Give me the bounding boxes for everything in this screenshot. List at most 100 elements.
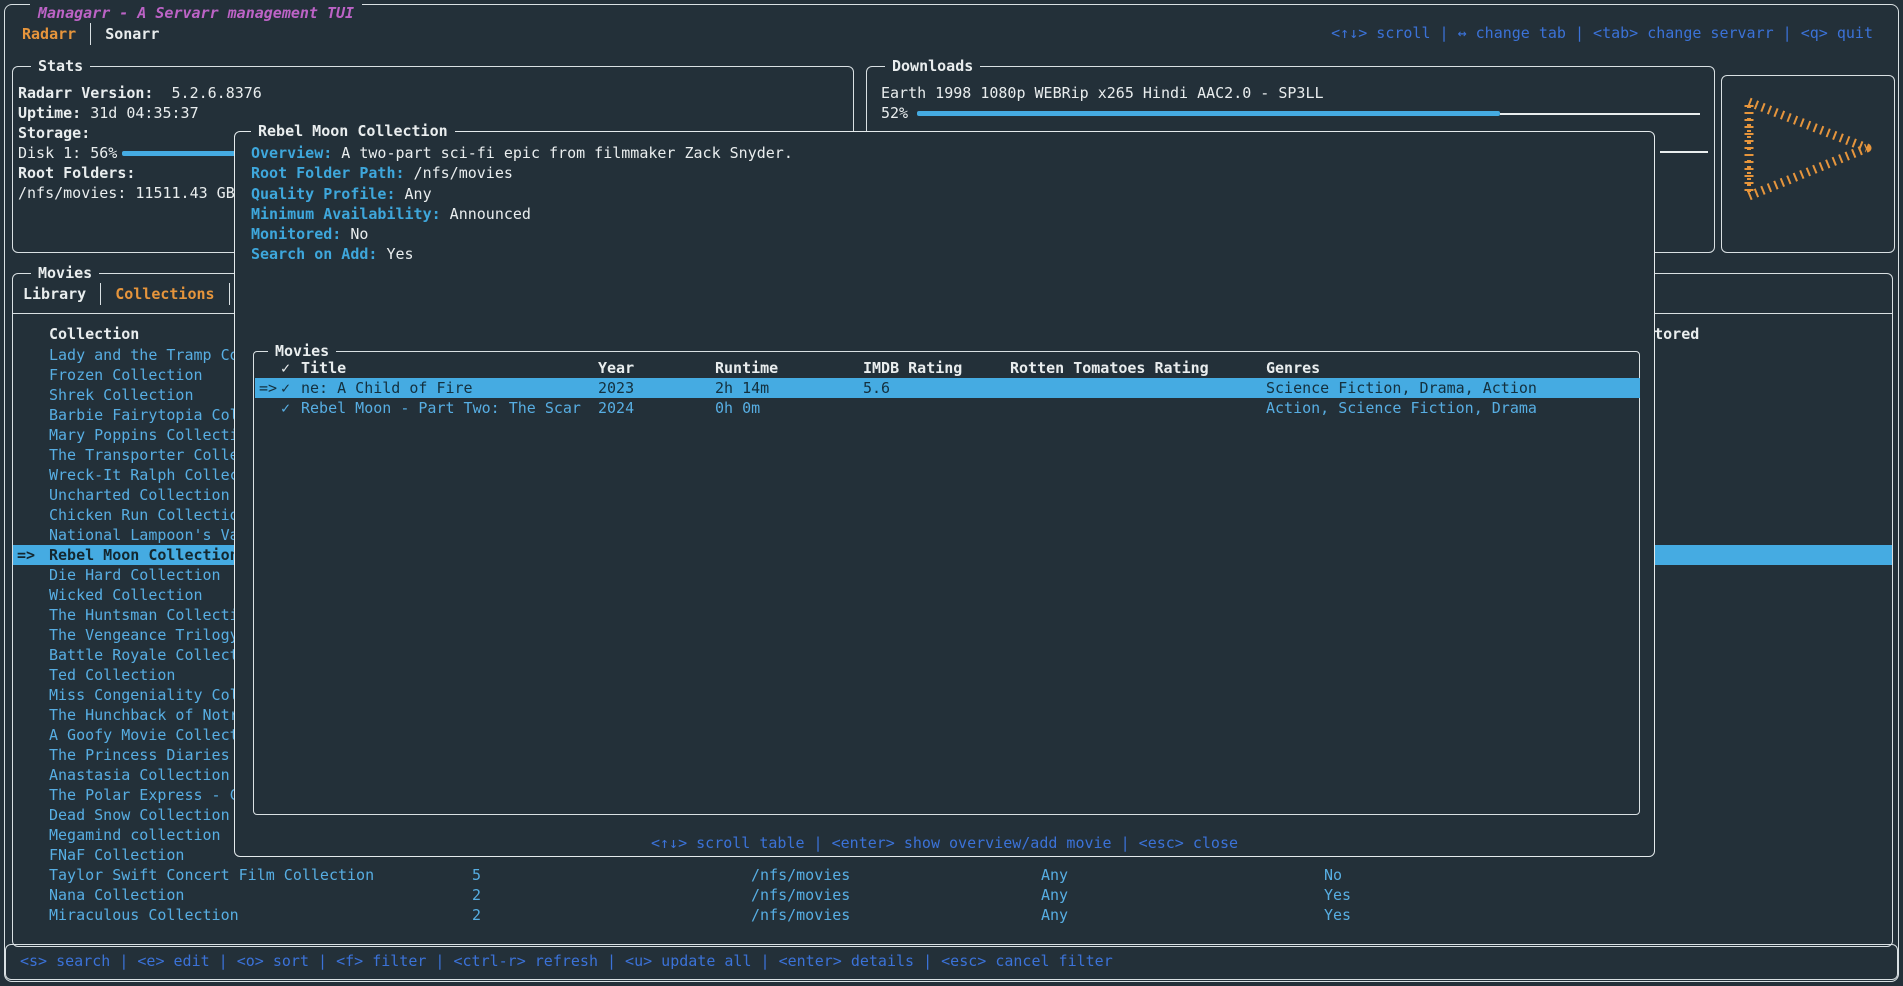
- modal-title: Rebel Moon Collection: [251, 121, 455, 141]
- field-min-availability: Minimum Availability: Announced: [251, 204, 531, 224]
- uptime-label: Uptime:: [18, 104, 81, 122]
- tab-collections[interactable]: Collections: [115, 284, 214, 304]
- collection-name: Shrek Collection: [49, 385, 194, 405]
- collection-name: Mary Poppins Collecti: [49, 425, 239, 445]
- managarr-app: Managarr - A Servarr management TUI <↑↓>…: [0, 0, 1903, 986]
- movie-monitored-check: ✓: [281, 398, 290, 418]
- collection-name: Miraculous Collection: [49, 905, 239, 925]
- collection-name: Miss Congeniality Col: [49, 685, 239, 705]
- collection-name: The Transporter Colle: [49, 445, 239, 465]
- tab-radarr[interactable]: Radarr: [22, 24, 76, 44]
- movie-title: ne: A Child of Fire: [301, 378, 473, 398]
- field-monitored-value: No: [341, 225, 368, 243]
- movie-year: 2024: [598, 398, 634, 418]
- movie-imdb-rating: 5.6: [863, 378, 890, 398]
- footer-bar: <s> search | <e> edit | <o> sort | <f> f…: [5, 944, 1898, 980]
- field-min-availability-value: Announced: [441, 205, 531, 223]
- header-year: Year: [598, 358, 634, 378]
- collection-name: Megamind collection: [49, 825, 221, 845]
- field-search-on-add-value: Yes: [377, 245, 413, 263]
- field-search-on-add: Search on Add: Yes: [251, 244, 414, 264]
- collection-name: Ted Collection: [49, 665, 175, 685]
- download-item-percent: 52%: [881, 103, 908, 123]
- field-quality-profile: Quality Profile: Any: [251, 184, 432, 204]
- radarr-version: Radarr Version: 5.2.6.8376: [18, 83, 262, 103]
- radarr-version-value: 5.2.6.8376: [172, 84, 262, 102]
- root-folder-value: /nfs/movies: 11511.43 GB: [18, 183, 235, 203]
- storage-label: Storage:: [18, 123, 90, 143]
- uptime: Uptime: 31d 04:35:37: [18, 103, 199, 123]
- movie-row[interactable]: => ✓ ne: A Child of Fire 2023 2h 14m 5.6…: [255, 378, 1640, 398]
- radarr-logo-icon: [1733, 92, 1883, 232]
- top-keybinds: <↑↓> scroll | ↔ change tab | <tab> chang…: [1331, 23, 1873, 43]
- field-monitored-label: Monitored:: [251, 225, 341, 243]
- header-rotten-tomatoes: Rotten Tomatoes Rating: [1010, 358, 1209, 378]
- field-search-on-add-label: Search on Add:: [251, 245, 377, 263]
- collection-name: A Goofy Movie Collect: [49, 725, 239, 745]
- movie-row[interactable]: ✓ Rebel Moon - Part Two: The Scar 2024 0…: [255, 398, 1640, 418]
- radarr-version-label: Radarr Version:: [18, 84, 153, 102]
- movies-tabs: Library Collections: [23, 283, 244, 305]
- collection-movies-table: Movies ✓ Title Year Runtime IMDB Rating …: [253, 351, 1640, 815]
- tab-sonarr[interactable]: Sonarr: [105, 24, 159, 44]
- movie-year: 2023: [598, 378, 634, 398]
- stats-panel-title: Stats: [31, 56, 90, 76]
- collection-name: Battle Royale Collect: [49, 645, 239, 665]
- movie-genres: Action, Science Fiction, Drama: [1266, 398, 1537, 418]
- collection-name: The Huntsman Collecti: [49, 605, 239, 625]
- collection-name: Barbie Fairytopia Col: [49, 405, 239, 425]
- collection-row[interactable]: Miraculous Collection 2 /nfs/movies Any …: [13, 905, 1892, 925]
- collection-row[interactable]: Nana Collection 2 /nfs/movies Any Yes: [13, 885, 1892, 905]
- collection-monitored: No: [1324, 865, 1342, 885]
- movies-table-rows: => ✓ ne: A Child of Fire 2023 2h 14m 5.6…: [254, 378, 1639, 418]
- collection-quality-profile: Any: [1041, 885, 1068, 905]
- movies-tab-separator: [100, 283, 101, 305]
- collection-name: Taylor Swift Concert Film Collection: [49, 865, 374, 885]
- header-runtime: Runtime: [715, 358, 778, 378]
- collection-row[interactable]: Taylor Swift Concert Film Collection 5 /…: [13, 865, 1892, 885]
- download-gauge-rest: [1500, 113, 1700, 115]
- field-monitored: Monitored: No: [251, 224, 368, 244]
- downloads-panel-title: Downloads: [885, 56, 980, 76]
- movie-title: Rebel Moon - Part Two: The Scar: [301, 398, 581, 418]
- field-quality-profile-value: Any: [396, 185, 432, 203]
- logo-panel: [1721, 75, 1895, 253]
- collection-quality-profile: Any: [1041, 865, 1068, 885]
- movie-runtime: 0h 0m: [715, 398, 760, 418]
- collection-movie-count: 2: [472, 885, 481, 905]
- field-root-folder-value: /nfs/movies: [405, 164, 513, 182]
- header-genres: Genres: [1266, 358, 1320, 378]
- header-check: ✓: [281, 358, 290, 378]
- download-gauge-fill: [917, 111, 1500, 116]
- collection-name: Rebel Moon Collection: [49, 545, 239, 565]
- header-title: Title: [301, 358, 346, 378]
- field-overview-value: A two-part sci-fi epic from filmmaker Za…: [332, 144, 793, 162]
- uptime-value: 31d 04:35:37: [90, 104, 198, 122]
- modal-keybinds: <↑↓> scroll table | <enter> show overvie…: [235, 833, 1654, 853]
- col-header-collection: Collection: [49, 324, 139, 344]
- footer-keybinds: <s> search | <e> edit | <o> sort | <f> f…: [20, 951, 1113, 971]
- tab-separator: [90, 23, 91, 45]
- collection-name: Chicken Run Collectio: [49, 505, 239, 525]
- servarr-tabs: Radarr Sonarr: [22, 23, 159, 45]
- collection-monitored: Yes: [1324, 905, 1351, 925]
- movie-selection-arrow: =>: [259, 378, 277, 398]
- field-overview: Overview: A two-part sci-fi epic from fi…: [251, 143, 793, 163]
- collection-movie-count: 5: [472, 865, 481, 885]
- collection-name: Lady and the Tramp Co: [49, 345, 239, 365]
- collection-name: Dead Snow Collection: [49, 805, 230, 825]
- collection-movie-count: 2: [472, 905, 481, 925]
- collection-name: The Princess Diaries: [49, 745, 230, 765]
- collection-details-modal: Rebel Moon Collection Overview: A two-pa…: [234, 131, 1655, 857]
- tab-library[interactable]: Library: [23, 284, 86, 304]
- movie-monitored-check: ✓: [281, 378, 290, 398]
- root-folders-label: Root Folders:: [18, 163, 135, 183]
- movies-panel-title: Movies: [31, 263, 99, 283]
- collection-name: Anastasia Collection: [49, 765, 230, 785]
- app-title: Managarr - A Servarr management TUI: [30, 3, 362, 23]
- collection-root-folder: /nfs/movies: [751, 905, 850, 925]
- movies-table-header: ✓ Title Year Runtime IMDB Rating Rotten …: [255, 358, 1638, 378]
- collection-name: Uncharted Collection: [49, 485, 230, 505]
- field-root-folder-label: Root Folder Path:: [251, 164, 405, 182]
- collection-root-folder: /nfs/movies: [751, 885, 850, 905]
